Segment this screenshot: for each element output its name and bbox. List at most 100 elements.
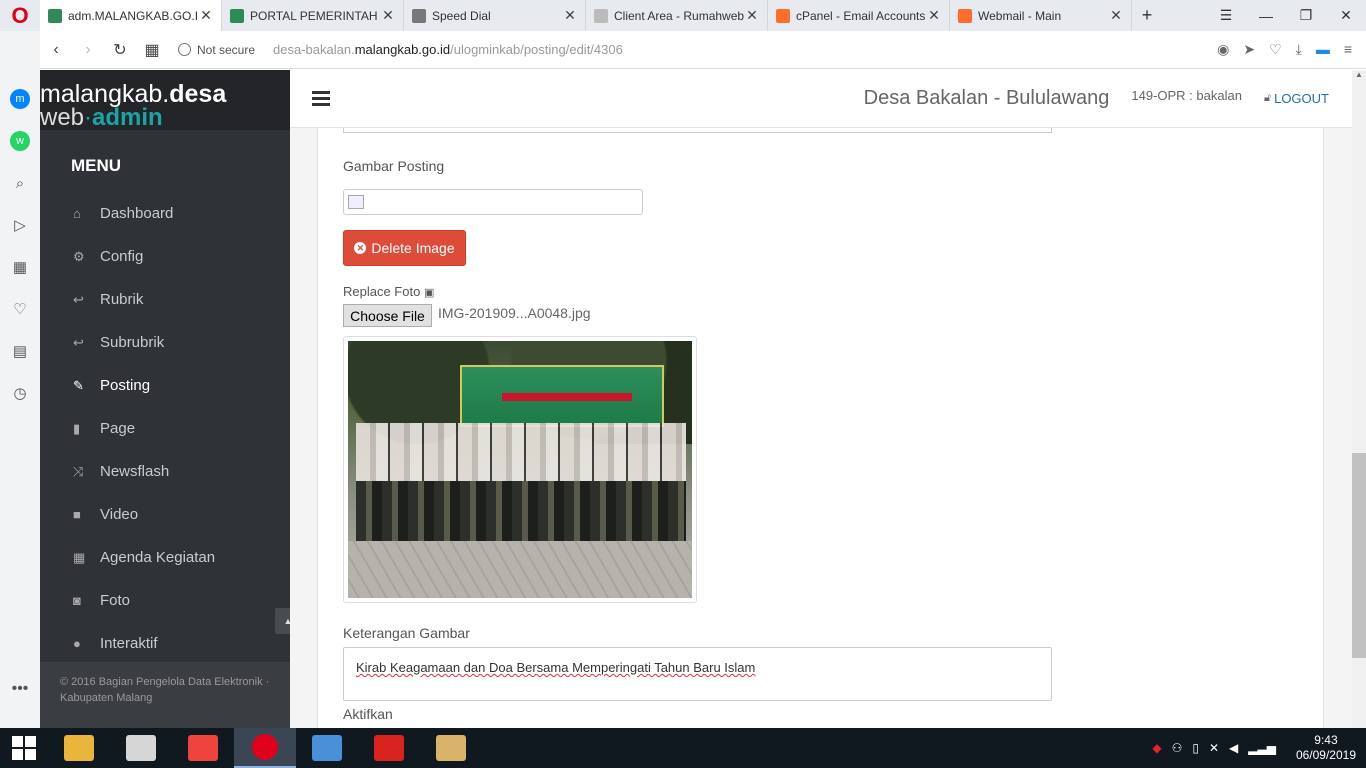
url-field[interactable]: desa-bakalan.malangkab.go.id/ulogminkab/… <box>273 42 623 57</box>
footer-line: © 2016 Bagian Pengelola Data Elektronik … <box>60 676 270 688</box>
sidebar-item-posting[interactable]: ✎ Posting <box>40 364 290 407</box>
vpn-toggle-icon[interactable]: ▬ <box>1316 41 1330 58</box>
back-button[interactable]: ‹ <box>40 41 72 59</box>
tabs-grid-icon[interactable]: ▦ <box>136 40 168 60</box>
start-button[interactable] <box>0 736 48 760</box>
clock[interactable]: 9:43 06/09/2019 <box>1296 733 1356 763</box>
gambar-posting-label: Gambar Posting <box>343 158 445 174</box>
browser-tab[interactable]: PORTAL PEMERINTAH K ✕ <box>222 0 404 31</box>
speed-dial-icon[interactable]: ▦ <box>10 257 30 277</box>
sidebar-item-subrubrik[interactable]: ↩ Subrubrik <box>40 321 290 364</box>
signal-icon[interactable]: ▂▃▅ <box>1248 741 1276 755</box>
desa-title: Desa Bakalan - Bululawang <box>863 87 1110 109</box>
forward-button[interactable]: › <box>72 41 104 59</box>
heart-icon[interactable]: ♡ <box>1269 41 1282 58</box>
aktifkan-label: Aktifkan <box>343 706 393 722</box>
edit-icon: ✎ <box>73 377 84 393</box>
keterangan-gambar-textarea[interactable]: Kirab Keagamaan dan Doa Bersama Memperin… <box>343 647 1052 701</box>
sidebar-item-newsflash[interactable]: ⤨ Newsflash <box>40 450 290 493</box>
sidebar-item-config[interactable]: ⚙ Config <box>40 235 290 278</box>
search-icon[interactable]: ⌕ <box>10 173 30 193</box>
sidebar-item-label: Posting <box>100 377 151 394</box>
hamburger-menu-icon[interactable] <box>312 88 330 109</box>
snapshot-icon[interactable]: ◉ <box>1217 41 1229 58</box>
url-host: malangkab.go.id <box>354 42 451 57</box>
more-icon[interactable]: ••• <box>12 680 29 698</box>
reload-button[interactable]: ↻ <box>104 40 136 60</box>
volume-icon[interactable]: ◀ <box>1229 741 1238 755</box>
network-disconnected-icon[interactable]: ✕ <box>1209 741 1219 755</box>
restore-button[interactable]: ❐ <box>1286 0 1326 31</box>
browser-tab[interactable]: adm.MALANGKAB.GO.ID ✕ <box>40 0 222 31</box>
tab-title: PORTAL PEMERINTAH K <box>250 8 381 23</box>
close-window-button[interactable]: ✕ <box>1326 0 1366 31</box>
sidebar-item-rubrik[interactable]: ↩ Rubrik <box>40 278 290 321</box>
times-circle-icon: ✕ <box>354 242 367 254</box>
comments-icon: ● <box>73 636 81 651</box>
browser-tab[interactable]: Client Area - Rumahweb ✕ <box>586 0 768 31</box>
history-clock-icon[interactable]: ◷ <box>10 383 30 403</box>
acrobat-icon <box>374 735 404 761</box>
browser-tab[interactable]: cPanel - Email Accounts ✕ <box>768 0 950 31</box>
tab-close-icon[interactable]: ✕ <box>199 7 213 24</box>
browser-tab[interactable]: Speed Dial ✕ <box>404 0 586 31</box>
sidebar-footer: © 2016 Bagian Pengelola Data Elektronik … <box>40 662 290 728</box>
file-explorer-icon <box>64 735 94 761</box>
taskbar-app[interactable] <box>48 728 110 768</box>
taskbar-app[interactable] <box>296 728 358 768</box>
sidebar-item-interaktif[interactable]: ● Interaktif <box>40 622 290 665</box>
scroll-up-arrow-icon[interactable]: ▲ <box>1352 70 1366 84</box>
taskbar-app[interactable] <box>420 728 482 768</box>
sidebar-item-label: Dashboard <box>100 205 174 222</box>
send-icon[interactable]: ➤ <box>1243 41 1255 58</box>
opera-menu-icon[interactable]: O <box>0 0 40 31</box>
keterangan-value: Kirab Keagamaan dan Doa Bersama Memperin… <box>356 660 756 675</box>
calendar-icon: ▦ <box>73 549 86 565</box>
taskbar-app[interactable] <box>110 728 172 768</box>
logout-link[interactable]: 🔓︎ LOGOUT <box>1264 91 1329 106</box>
image-preview <box>343 336 697 603</box>
tab-title: adm.MALANGKAB.GO.ID <box>68 8 199 23</box>
people-icon[interactable]: ⚇ <box>1172 741 1183 755</box>
tab-close-icon[interactable]: ✕ <box>563 7 577 24</box>
choose-file-button[interactable]: Choose File <box>343 304 432 327</box>
sidebar-item-agenda-kegiatan[interactable]: ▦ Agenda Kegiatan <box>40 536 290 579</box>
taskbar-app[interactable] <box>358 728 420 768</box>
browser-tab[interactable]: Webmail - Main ✕ <box>950 0 1132 31</box>
reply-all-icon: ↩ <box>73 334 84 350</box>
download-icon[interactable]: ⤓ <box>1296 41 1302 58</box>
tab-close-icon[interactable]: ✕ <box>381 7 395 24</box>
bookmarks-heart-icon[interactable]: ♡ <box>10 299 30 319</box>
delete-image-button[interactable]: ✕ Delete Image <box>343 230 466 266</box>
scrollbar-thumb[interactable] <box>1352 453 1366 658</box>
globe-icon <box>178 43 191 56</box>
window-controls: ☰ — ❐ ✕ <box>1206 0 1366 31</box>
tab-menu-icon[interactable]: ☰ <box>1206 0 1246 31</box>
taskbar-app[interactable] <box>234 728 296 768</box>
tab-close-icon[interactable]: ✕ <box>927 7 941 24</box>
brand-logo[interactable]: malangkab.desa web·admin <box>40 70 290 130</box>
sidebar-item-label: Rubrik <box>100 291 144 308</box>
sidebar-item-page[interactable]: ▮ Page <box>40 407 290 450</box>
send-icon[interactable]: ▷ <box>10 215 30 235</box>
whatsapp-icon[interactable]: w <box>10 131 30 151</box>
messenger-icon[interactable]: m <box>10 89 30 109</box>
tab-close-icon[interactable]: ✕ <box>745 7 759 24</box>
previous-field[interactable] <box>343 128 1052 133</box>
sidebar-item-dashboard[interactable]: ⌂ Dashboard <box>40 192 290 235</box>
new-tab-button[interactable]: + <box>1132 0 1162 31</box>
main-content: Gambar Posting ✕ Delete Image Replace Fo… <box>290 128 1352 728</box>
battery-icon[interactable]: ▯ <box>1192 741 1199 755</box>
easy-setup-icon[interactable]: ≡ <box>1344 41 1352 58</box>
tab-title: Webmail - Main <box>978 8 1062 23</box>
sidebar-item-video[interactable]: ■ Video <box>40 493 290 536</box>
antivirus-icon[interactable]: ◆ <box>1152 741 1161 755</box>
news-icon[interactable]: ▤ <box>10 341 30 361</box>
minimize-button[interactable]: — <box>1246 0 1286 31</box>
sidebar-item-foto[interactable]: ◙ Foto <box>40 579 290 622</box>
security-indicator[interactable]: Not secure <box>178 43 255 57</box>
taskbar-app[interactable] <box>172 728 234 768</box>
tab-close-icon[interactable]: ✕ <box>1109 7 1123 24</box>
page-scrollbar[interactable]: ▲ <box>1352 70 1366 728</box>
page-icon <box>594 8 608 23</box>
